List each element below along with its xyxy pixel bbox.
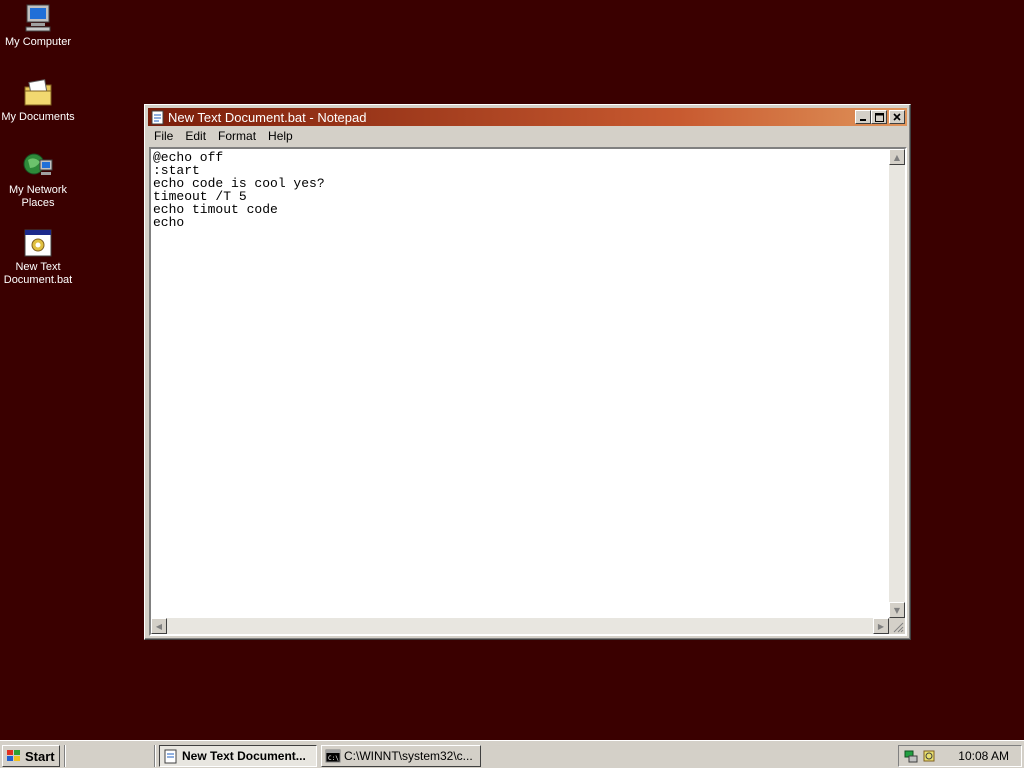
task-label: C:\WINNT\system32\c...	[344, 749, 473, 763]
size-grip[interactable]	[889, 618, 905, 634]
close-button[interactable]	[889, 110, 905, 124]
window-title: New Text Document.bat - Notepad	[168, 109, 367, 125]
menu-help[interactable]: Help	[262, 128, 299, 145]
vertical-scrollbar[interactable]: ▲ ▼	[889, 149, 905, 618]
search-tray-icon[interactable]	[923, 748, 937, 764]
task-button-notepad[interactable]: New Text Document...	[159, 745, 317, 767]
text-editor[interactable]: @echo off :start echo code is cool yes? …	[151, 149, 889, 618]
maximize-icon	[874, 112, 884, 122]
notepad-icon	[164, 749, 177, 764]
scroll-down-button[interactable]: ▼	[889, 602, 905, 618]
taskbar: Start New Text Document... C:\ C:\WINNT\…	[0, 740, 1024, 768]
minimize-button[interactable]	[855, 110, 871, 124]
arrow-down-icon: ▼	[893, 605, 901, 615]
desktop-icon-label: My Computer	[4, 36, 72, 48]
start-label: Start	[25, 748, 55, 764]
scroll-left-button[interactable]: ◀	[151, 618, 167, 634]
arrow-right-icon: ▶	[877, 621, 885, 631]
windows-logo-icon	[7, 750, 20, 761]
resize-grip-icon	[893, 622, 904, 633]
arrow-left-icon: ◀	[155, 621, 163, 631]
scroll-right-button[interactable]: ▶	[873, 618, 889, 634]
start-button[interactable]: Start	[2, 745, 60, 767]
notepad-icon	[151, 110, 164, 125]
desktop-icon-bat-file[interactable]: New Text Document.bat	[0, 227, 76, 287]
desktop-icon-label: My Network Places	[8, 184, 68, 209]
desktop-icon-label: My Documents	[1, 111, 75, 123]
horizontal-scrollbar[interactable]: ◀ ▶	[151, 618, 889, 634]
desktop-icon-my-documents[interactable]: My Documents	[0, 77, 76, 124]
desktop-icon-my-computer[interactable]: My Computer	[0, 2, 76, 49]
menu-file[interactable]: File	[148, 128, 179, 145]
scroll-up-button[interactable]: ▲	[889, 149, 905, 165]
menu-edit[interactable]: Edit	[179, 128, 212, 145]
menu-bar: File Edit Format Help	[148, 127, 907, 146]
close-icon	[893, 113, 901, 121]
task-button-cmd[interactable]: C:\ C:\WINNT\system32\c...	[321, 745, 481, 767]
title-bar[interactable]: New Text Document.bat - Notepad	[148, 108, 907, 126]
desktop-icon-label: New Text Document.bat	[3, 261, 73, 286]
command-prompt-icon: C:\	[325, 749, 341, 763]
documents-folder-icon	[24, 79, 52, 106]
taskbar-divider	[154, 745, 156, 767]
menu-format[interactable]: Format	[212, 128, 262, 145]
minimize-icon	[860, 119, 866, 121]
computer-icon	[25, 4, 51, 32]
system-tray: 10:08 AM	[898, 745, 1022, 767]
clock[interactable]: 10:08 AM	[958, 749, 1009, 763]
task-label: New Text Document...	[182, 749, 306, 763]
svg-text:C:\: C:\	[328, 755, 339, 762]
desktop-icon-my-network-places[interactable]: My Network Places	[0, 150, 76, 210]
network-globe-icon	[23, 153, 53, 175]
editor-frame: @echo off :start echo code is cool yes? …	[149, 147, 907, 636]
maximize-button[interactable]	[871, 110, 887, 124]
notepad-window: New Text Document.bat - Notepad File Edi…	[144, 104, 911, 640]
network-tray-icon[interactable]	[903, 748, 921, 764]
arrow-up-icon: ▲	[893, 152, 901, 162]
batch-file-icon	[24, 229, 52, 257]
taskbar-divider	[64, 745, 66, 767]
